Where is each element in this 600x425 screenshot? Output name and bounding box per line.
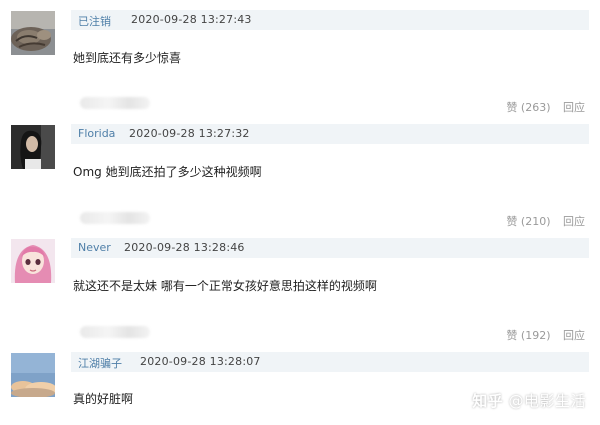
comment-text: Omg 她到底还拍了多少这种视频啊	[73, 165, 262, 179]
timestamp: 2020-09-28 13:27:32	[129, 127, 250, 140]
comment-actions: 赞 (210) 回应	[506, 215, 585, 229]
blurred-reply-author	[80, 97, 150, 109]
watermark-handle: @电影生活	[508, 392, 586, 410]
like-button[interactable]: 赞 (192)	[506, 329, 550, 343]
username[interactable]: 已注销	[78, 13, 111, 29]
comment-header: 江湖骗子 2020-09-28 13:28:07	[71, 352, 589, 372]
avatar[interactable]	[11, 353, 55, 397]
reply-button[interactable]: 回应	[563, 215, 585, 229]
watermark-brand: 知乎	[472, 392, 504, 410]
comment-text: 她到底还有多少惊喜	[73, 51, 182, 65]
timestamp: 2020-09-28 13:27:43	[131, 13, 252, 26]
comment-actions: 赞 (192) 回应	[506, 329, 585, 343]
username[interactable]: 江湖骗子	[78, 355, 122, 371]
like-button[interactable]: 赞 (263)	[506, 101, 550, 115]
watermark: 知乎 @电影生活	[472, 390, 586, 411]
blurred-reply-author	[80, 326, 150, 338]
timestamp: 2020-09-28 13:28:07	[140, 355, 261, 368]
reply-button[interactable]: 回应	[563, 101, 585, 115]
username[interactable]: Florida	[78, 127, 115, 140]
comment-text: 就这还不是太妹 哪有一个正常女孩好意思拍这样的视频啊	[73, 279, 377, 293]
avatar[interactable]	[11, 11, 55, 55]
comment-header: Florida 2020-09-28 13:27:32	[71, 124, 589, 144]
blurred-reply-author	[80, 212, 150, 224]
timestamp: 2020-09-28 13:28:46	[124, 241, 245, 254]
comment-actions: 赞 (263) 回应	[506, 101, 585, 115]
comment-header: Never 2020-09-28 13:28:46	[71, 238, 589, 258]
avatar[interactable]	[11, 125, 55, 169]
like-button[interactable]: 赞 (210)	[506, 215, 550, 229]
comment-text: 真的好脏啊	[73, 392, 134, 406]
username[interactable]: Never	[78, 241, 111, 254]
avatar[interactable]	[11, 239, 55, 283]
reply-button[interactable]: 回应	[563, 329, 585, 343]
comment-header: 已注销 2020-09-28 13:27:43	[71, 10, 589, 30]
